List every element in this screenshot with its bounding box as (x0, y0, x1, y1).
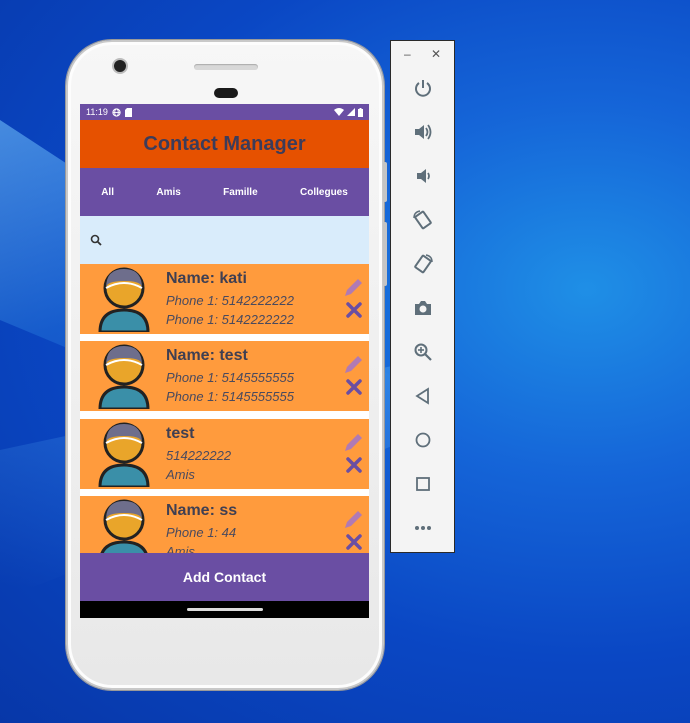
contact-name: Name: kati (166, 270, 247, 287)
contact-card[interactable]: Name: test Phone 1: 5145555555 Phone 1: … (80, 341, 369, 411)
rotate-left-icon (413, 210, 432, 230)
more-button[interactable] (410, 515, 436, 541)
tab-famille[interactable]: Famille (219, 181, 261, 204)
edit-pencil-icon[interactable] (343, 431, 365, 453)
tab-amis[interactable]: Amis (152, 181, 184, 204)
contact-name: Name: test (166, 347, 248, 364)
minimize-button[interactable]: – (404, 47, 411, 61)
rotate-right-button[interactable] (410, 251, 436, 277)
sd-card-icon (124, 107, 132, 117)
zoom-icon (414, 343, 432, 361)
volume-up-button[interactable] (410, 119, 436, 145)
globe-icon (112, 107, 121, 117)
power-button[interactable] (410, 75, 436, 101)
home-button[interactable] (410, 427, 436, 453)
contact-detail-2: Amis (166, 544, 195, 553)
avatar-icon (98, 422, 150, 487)
search-bar[interactable] (80, 216, 369, 264)
search-icon[interactable] (90, 234, 102, 246)
contact-detail-2: Amis (166, 467, 195, 482)
signal-icon (347, 108, 355, 116)
close-button[interactable]: ✕ (431, 47, 441, 61)
tab-all[interactable]: All (97, 181, 118, 204)
power-icon (415, 80, 431, 97)
emulator-toolbar: – ✕ (390, 40, 455, 553)
edit-pencil-icon[interactable] (343, 508, 365, 530)
volume-up-icon (415, 124, 432, 140)
power-side-button[interactable] (383, 162, 387, 202)
home-icon (415, 432, 431, 448)
earpiece-speaker (194, 64, 258, 70)
add-contact-button[interactable]: Add Contact (80, 553, 369, 601)
rotate-left-button[interactable] (410, 207, 436, 233)
contact-card[interactable]: Name: ss Phone 1: 44 Amis (80, 496, 369, 553)
contact-detail-2: Phone 1: 5142222222 (166, 312, 294, 327)
contact-card[interactable]: Name: kati Phone 1: 5142222222 Phone 1: … (80, 264, 369, 334)
contact-detail-1: Phone 1: 5142222222 (166, 293, 294, 308)
avatar-icon (98, 267, 150, 332)
contact-list[interactable]: Name: kati Phone 1: 5142222222 Phone 1: … (80, 264, 369, 553)
edit-pencil-icon[interactable] (343, 276, 365, 298)
avatar-icon (98, 344, 150, 409)
app-title: Contact Manager (143, 132, 306, 155)
status-time: 11:19 (86, 107, 108, 117)
volume-side-button[interactable] (383, 222, 387, 286)
contact-name: test (166, 425, 195, 442)
app-bar: Contact Manager (80, 120, 369, 168)
contact-card[interactable]: test 514222222 Amis (80, 419, 369, 489)
volume-down-button[interactable] (410, 163, 436, 189)
battery-icon (358, 107, 363, 117)
avatar-icon (100, 499, 148, 553)
camera-icon (415, 301, 431, 315)
delete-x-icon[interactable] (346, 534, 362, 550)
delete-x-icon[interactable] (346, 457, 362, 473)
front-camera (114, 60, 126, 72)
filter-tabs: All Amis Famille Collegues (80, 168, 369, 216)
contact-detail-1: 514222222 (166, 448, 232, 463)
delete-x-icon[interactable] (346, 302, 362, 318)
overview-button[interactable] (410, 471, 436, 497)
contact-name: Name: ss (166, 502, 238, 519)
proximity-sensor (214, 88, 238, 98)
contact-detail-1: Phone 1: 44 (166, 525, 237, 540)
screenshot-button[interactable] (410, 295, 436, 321)
home-gesture-pill[interactable] (186, 608, 263, 611)
back-icon (415, 387, 429, 405)
tab-collegues[interactable]: Collegues (296, 181, 352, 204)
rotate-right-icon (414, 254, 433, 274)
zoom-button[interactable] (410, 339, 436, 365)
volume-down-icon (417, 169, 430, 183)
contact-detail-2: Phone 1: 5145555555 (166, 389, 294, 404)
edit-pencil-icon[interactable] (343, 353, 365, 375)
gesture-nav-bar (80, 601, 369, 618)
more-icon (415, 526, 431, 530)
delete-x-icon[interactable] (346, 379, 362, 395)
overview-icon (416, 477, 430, 491)
wifi-icon (334, 108, 344, 116)
phone-screen: 11:19 Contact Manager All Amis Famille C… (80, 104, 369, 618)
status-bar: 11:19 (80, 104, 369, 120)
back-button[interactable] (410, 383, 436, 409)
contact-detail-1: Phone 1: 5145555555 (166, 370, 294, 385)
